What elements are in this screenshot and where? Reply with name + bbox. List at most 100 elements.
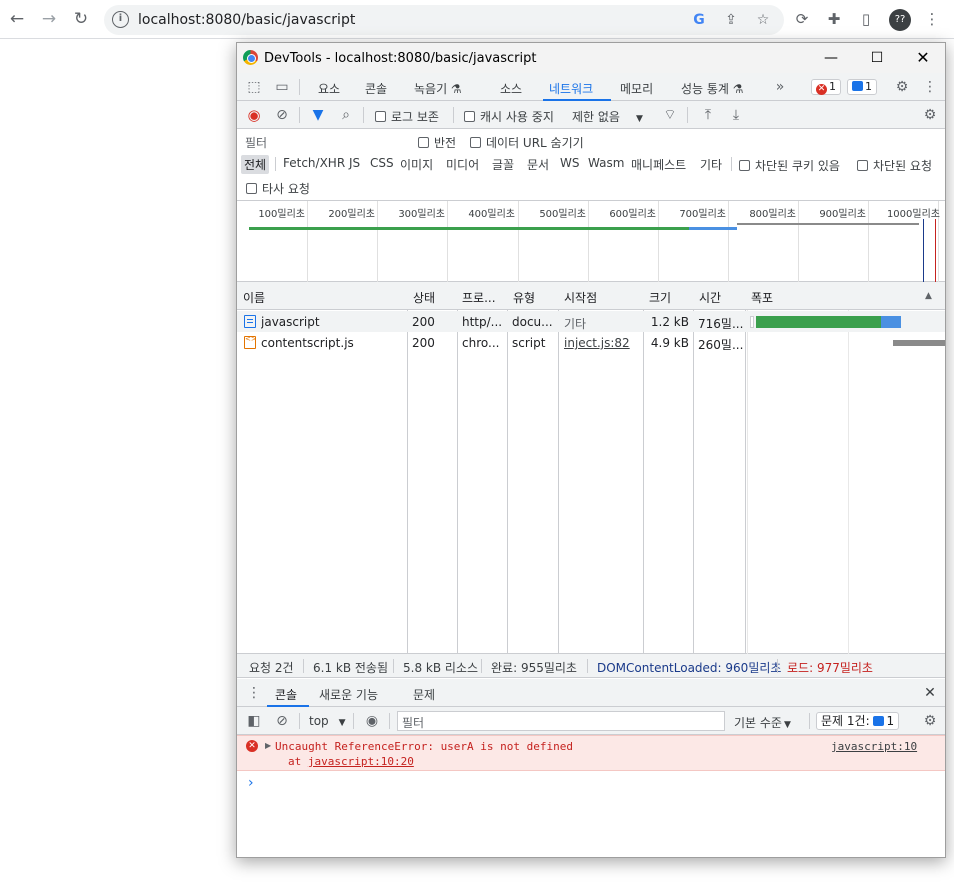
log-levels-select[interactable]: 기본 수준 ▼ xyxy=(734,714,791,731)
forward-icon[interactable]: → xyxy=(38,8,60,30)
disable-cache-checkbox[interactable]: 캐시 사용 중지 xyxy=(464,108,554,125)
column-header-size[interactable]: 크기 xyxy=(649,289,671,306)
blocked-cookies-checkbox[interactable]: 차단된 쿠키 있음 xyxy=(739,157,840,174)
invert-checkbox[interactable]: 반전 xyxy=(418,134,456,151)
blocked-requests-checkbox[interactable]: 차단된 요청 xyxy=(857,157,932,174)
filter-funnel-icon[interactable]: ▼ xyxy=(309,106,327,124)
tab-sources[interactable]: 소스 xyxy=(500,80,522,97)
tab-elements[interactable]: 요소 xyxy=(318,80,340,97)
drawer-tab-whats-new[interactable]: 새로운 기능 xyxy=(319,686,378,703)
console-settings-gear-icon[interactable]: ⚙ xyxy=(921,712,939,730)
back-icon[interactable]: ← xyxy=(6,8,28,30)
column-header-type[interactable]: 유형 xyxy=(513,289,535,306)
extension-sync-icon[interactable]: ⟳ xyxy=(792,9,812,29)
column-header-status[interactable]: 상태 xyxy=(413,289,435,306)
tab-performance-insights[interactable]: 성능 통계 ⚗ xyxy=(681,80,744,97)
type-filter-media[interactable]: 미디어 xyxy=(443,155,482,174)
table-row[interactable]: javascript 200 http/... docu... 기타 1.2 k… xyxy=(237,311,945,332)
network-settings-gear-icon[interactable]: ⚙ xyxy=(921,106,939,124)
column-header-name[interactable]: 이름 xyxy=(243,289,265,306)
share-icon[interactable]: ⇪ xyxy=(722,11,740,29)
filter-input[interactable]: 필터 xyxy=(241,131,405,151)
console-prompt[interactable]: › xyxy=(248,775,254,791)
more-tabs-icon[interactable]: » xyxy=(771,78,789,96)
type-filter-css[interactable]: CSS xyxy=(367,155,397,171)
overview-tick-label: 800밀리초 xyxy=(749,209,796,220)
request-name[interactable]: contentscript.js xyxy=(261,336,405,350)
drawer-tab-console[interactable]: 콘솔 xyxy=(275,686,297,703)
side-panel-icon[interactable]: ▯ xyxy=(856,9,876,29)
settings-gear-icon[interactable]: ⚙ xyxy=(893,78,911,96)
context-selector[interactable]: top ▼ xyxy=(309,714,346,728)
type-filter-doc[interactable]: 문서 xyxy=(524,155,552,174)
extensions-puzzle-icon[interactable]: ✚ xyxy=(824,9,844,29)
expand-triangle-icon[interactable]: ▶ xyxy=(265,741,271,750)
toolbar-separator xyxy=(363,107,364,123)
close-drawer-icon[interactable]: ✕ xyxy=(921,684,939,702)
console-sidebar-icon[interactable]: ◧ xyxy=(245,712,263,730)
column-header-protocol[interactable]: 프로... xyxy=(462,289,496,306)
tab-network[interactable]: 네트워크 xyxy=(549,80,593,97)
column-header-initiator[interactable]: 시작점 xyxy=(564,289,597,306)
hide-data-urls-checkbox[interactable]: 데이터 URL 숨기기 xyxy=(470,134,584,151)
filter-placeholder: 필터 xyxy=(245,136,268,150)
record-stop-icon[interactable]: ◉ xyxy=(245,106,263,124)
profile-avatar[interactable]: ?? xyxy=(889,9,911,31)
clear-console-icon[interactable]: ⊘ xyxy=(273,712,291,730)
tab-recorder[interactable]: 녹음기 ⚗ xyxy=(414,80,462,97)
type-filter-image[interactable]: 이미지 xyxy=(397,155,436,174)
network-overview-timeline[interactable]: 100밀리초 200밀리초 300밀리초 400밀리초 500밀리초 600밀리… xyxy=(237,201,945,282)
summary-requests: 요청 2건 xyxy=(249,661,294,675)
throttling-select[interactable]: 제한 없음 ▼ xyxy=(572,108,643,125)
reload-icon[interactable]: ↻ xyxy=(70,8,92,30)
type-filter-fetch-xhr[interactable]: Fetch/XHR xyxy=(280,155,348,171)
site-info-icon[interactable]: i xyxy=(112,11,129,28)
console-filter-input[interactable]: 필터 xyxy=(397,711,725,731)
drawer-menu-icon[interactable]: ⋮ xyxy=(245,684,263,702)
column-header-time[interactable]: 시간 xyxy=(699,289,721,306)
bookmark-star-icon[interactable]: ☆ xyxy=(754,11,772,29)
type-filter-other[interactable]: 기타 xyxy=(697,155,725,174)
clear-icon[interactable]: ⊘ xyxy=(273,106,291,124)
import-har-icon[interactable]: ⤒ xyxy=(699,106,717,124)
table-row[interactable]: contentscript.js 200 chro... script inje… xyxy=(237,332,945,353)
request-initiator-link[interactable]: inject.js:82 xyxy=(564,336,630,350)
error-stack-link[interactable]: javascript:10:20 xyxy=(308,755,414,768)
tab-console[interactable]: 콘솔 xyxy=(365,80,387,97)
address-bar[interactable]: i localhost:8080/basic/javascript G ⇪ ☆ xyxy=(104,5,784,35)
error-count-badge[interactable]: ✕ 1 xyxy=(811,79,841,95)
request-type: docu... xyxy=(512,315,553,329)
column-header-waterfall[interactable]: 폭포 xyxy=(751,289,773,306)
type-filter-ws[interactable]: WS xyxy=(557,155,582,171)
network-filter-area: 필터 반전 데이터 URL 숨기기 전체 Fetch/XHR JS CSS 이미… xyxy=(237,129,945,201)
network-conditions-icon[interactable]: ⌔ xyxy=(661,106,679,124)
export-har-icon[interactable]: ⤓ xyxy=(727,106,745,124)
console-error-message[interactable]: ✕ ▶ Uncaught ReferenceError: userA is no… xyxy=(237,735,945,771)
third-party-checkbox[interactable]: 타사 요청 xyxy=(246,180,310,197)
issues-count-button[interactable]: 문제 1건: 1 xyxy=(816,712,900,730)
type-filter-manifest[interactable]: 매니페스트 xyxy=(628,155,689,174)
sort-ascending-icon[interactable]: ▲ xyxy=(925,291,932,301)
search-icon[interactable]: ⌕ xyxy=(337,106,355,124)
inspect-element-icon[interactable]: ⬚ xyxy=(245,78,263,96)
drawer-tab-issues[interactable]: 문제 xyxy=(413,686,435,703)
script-file-icon xyxy=(244,335,257,349)
browser-menu-icon[interactable]: ⋮ xyxy=(922,9,942,29)
live-expression-eye-icon[interactable]: ◉ xyxy=(363,712,381,730)
type-filter-font[interactable]: 글꼴 xyxy=(489,155,517,174)
message-count-badge[interactable]: 1 xyxy=(847,79,877,95)
device-toolbar-icon[interactable]: ▭ xyxy=(273,78,291,96)
type-filter-all[interactable]: 전체 xyxy=(241,155,270,174)
minimize-icon[interactable]: — xyxy=(819,47,843,69)
preserve-log-checkbox[interactable]: 로그 보존 xyxy=(375,108,439,125)
maximize-icon[interactable]: ☐ xyxy=(865,47,889,69)
tab-memory[interactable]: 메모리 xyxy=(620,80,653,97)
address-url[interactable]: localhost:8080/basic/javascript xyxy=(138,12,355,28)
request-name[interactable]: javascript xyxy=(261,315,405,329)
error-source-link[interactable]: javascript:10 xyxy=(831,740,917,753)
close-window-icon[interactable]: ✕ xyxy=(911,47,935,69)
type-filter-wasm[interactable]: Wasm xyxy=(585,155,627,171)
type-filter-js[interactable]: JS xyxy=(346,155,363,171)
devtools-menu-icon[interactable]: ⋮ xyxy=(921,78,939,96)
google-lens-icon[interactable]: G xyxy=(690,11,708,29)
